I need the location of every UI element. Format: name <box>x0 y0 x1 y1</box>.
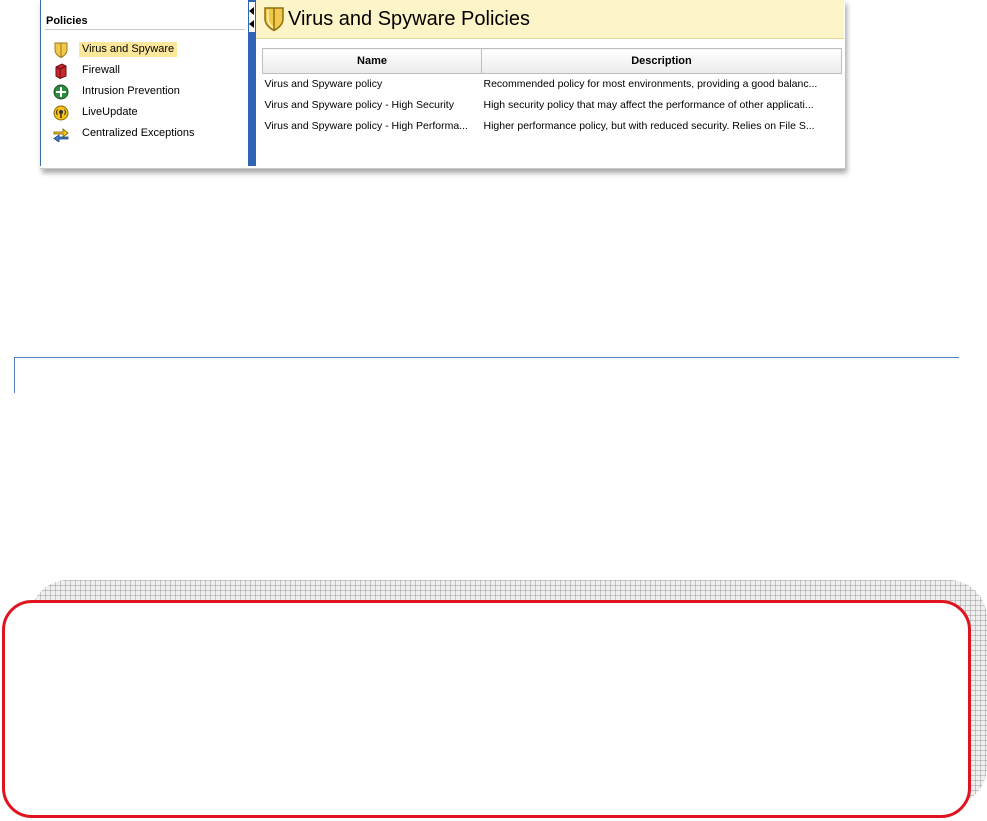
liveupdate-icon <box>53 105 69 121</box>
sidebar-item-label: Centralized Exceptions <box>82 127 195 139</box>
policy-name-cell[interactable]: Virus and Spyware policy - High Performa… <box>263 116 482 137</box>
sidebar-item-virus-and-spyware[interactable]: Virus and Spyware <box>53 39 198 60</box>
table-row[interactable]: Virus and Spyware policy - High Security… <box>263 95 842 116</box>
table-row[interactable]: Virus and Spyware policy Recommended pol… <box>263 74 842 96</box>
column-header-description[interactable]: Description <box>481 48 842 74</box>
sidebar-title: Policies <box>46 15 88 27</box>
callout-box <box>2 600 971 818</box>
table-header-row: Name Description <box>262 48 842 74</box>
shield-icon <box>53 42 69 58</box>
policies-window: Policies Virus and Spyware Firewall Intr… <box>40 0 845 169</box>
column-header-name[interactable]: Name <box>262 48 482 74</box>
sidebar-item-label: Intrusion Prevention <box>82 85 180 97</box>
section-divider-line <box>14 357 959 358</box>
panel-splitter[interactable] <box>248 0 256 166</box>
firewall-icon <box>53 62 69 79</box>
shield-icon <box>264 7 284 32</box>
sidebar-item-centralized-exceptions[interactable]: Centralized Exceptions <box>53 123 198 144</box>
sidebar-item-firewall[interactable]: Firewall <box>53 60 198 81</box>
policy-description-cell[interactable]: High security policy that may affect the… <box>482 95 842 116</box>
policy-description-cell[interactable]: Recommended policy for most environments… <box>482 74 842 96</box>
policy-description-cell[interactable]: Higher performance policy, but with redu… <box>482 116 842 137</box>
table-row[interactable]: Virus and Spyware policy - High Performa… <box>263 116 842 137</box>
policies-main-panel: Virus and Spyware Policies Name Descript… <box>256 0 844 166</box>
policies-sidebar: Policies Virus and Spyware Firewall Intr… <box>40 0 249 166</box>
exceptions-icon <box>53 126 69 142</box>
policies-table: Name Description Virus and Spyware polic… <box>262 48 842 137</box>
policy-name-cell[interactable]: Virus and Spyware policy <box>263 74 482 96</box>
sidebar-item-label: LiveUpdate <box>82 106 138 118</box>
sidebar-item-label: Virus and Spyware <box>79 42 178 57</box>
sidebar-list: Virus and Spyware Firewall Intrusion Pre… <box>53 39 198 144</box>
sidebar-item-label: Firewall <box>82 64 120 76</box>
sidebar-item-liveupdate[interactable]: LiveUpdate <box>53 102 198 123</box>
main-header: Virus and Spyware Policies <box>256 0 844 39</box>
intrusion-prevention-icon <box>53 84 69 100</box>
policy-name-cell[interactable]: Virus and Spyware policy - High Security <box>263 95 482 116</box>
sidebar-item-intrusion-prevention[interactable]: Intrusion Prevention <box>53 81 198 102</box>
sidebar-divider <box>45 29 245 30</box>
section-divider-tick <box>14 357 15 393</box>
page-title: Virus and Spyware Policies <box>288 8 530 30</box>
collapse-arrow-icon[interactable] <box>249 2 255 32</box>
